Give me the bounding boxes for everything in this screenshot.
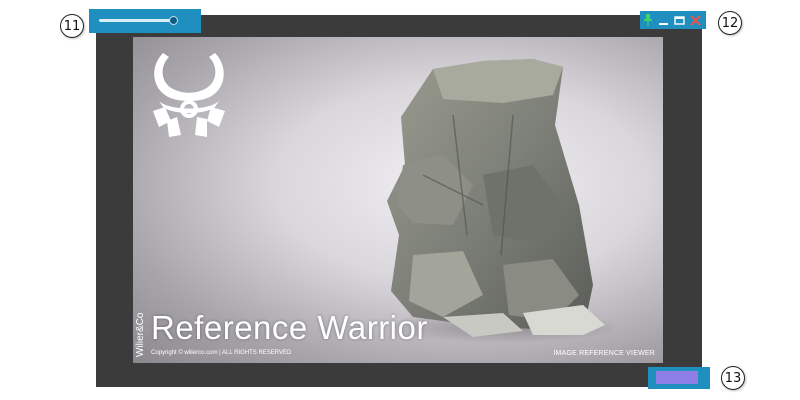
opacity-slider-thumb[interactable] [168,16,178,25]
resize-handle-region [648,367,710,389]
window-controls [640,11,706,29]
app-window: Wilier&Co Reference Warrior Copyright © … [89,9,710,389]
rock-formation-icon [383,59,613,343]
minimize-icon[interactable] [657,14,670,27]
copyright-text: Copyright © wilierco.com | ALL RIGHTS RE… [151,350,292,356]
maximize-icon[interactable] [673,14,686,27]
opacity-slider-track[interactable] [99,19,177,22]
splash-image: Wilier&Co Reference Warrior Copyright © … [133,37,663,363]
warrior-logo-icon [153,53,225,137]
pin-icon[interactable] [641,14,654,27]
callout-12: 12 [718,11,742,35]
vertical-brand-text: Wilier&Co [135,312,146,357]
close-icon[interactable] [689,14,702,27]
splash-subtitle: IMAGE REFERENCE VIEWER [553,350,655,357]
callout-13: 13 [721,366,745,390]
resize-handle[interactable] [656,371,698,384]
opacity-slider-region [89,9,201,33]
callout-11: 11 [60,14,84,38]
splash-title: Reference Warrior [151,309,428,346]
